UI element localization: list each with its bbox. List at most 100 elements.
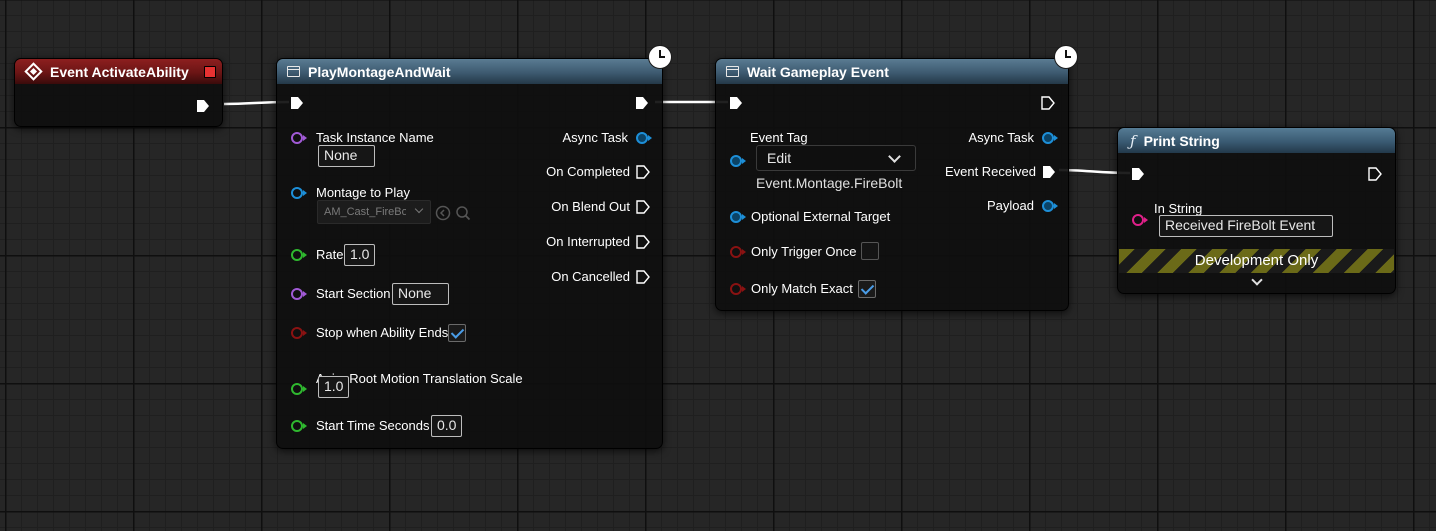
wait-gameplay-event-node[interactable]: Wait Gameplay Event Event Tag Edit Event… [715, 58, 1069, 311]
montage-asset-value: AM_Cast_FireBolt [324, 206, 406, 218]
start-section-field[interactable]: None [392, 283, 449, 305]
start-section-label: Start Section [316, 286, 391, 301]
expand-chevron-icon[interactable] [1251, 274, 1263, 286]
event-tag-pin[interactable] [730, 155, 746, 167]
task-instance-name-label: Task Instance Name [316, 130, 434, 145]
start-time-seconds-field[interactable]: 0.0 [431, 415, 462, 437]
event-tag-label: Event Tag [750, 130, 808, 145]
payload-pin[interactable] [1042, 199, 1058, 212]
wait-async-task-pin[interactable] [1042, 131, 1058, 144]
anim-root-motion-pin[interactable] [291, 383, 307, 395]
wait-async-task-label: Async Task [968, 130, 1034, 145]
event-tag-dropdown-label: Edit [767, 150, 792, 166]
only-trigger-once-checkbox[interactable] [861, 242, 879, 260]
stop-when-ability-ends-pin[interactable] [291, 326, 307, 339]
event-exec-out-pin[interactable] [196, 99, 210, 113]
rate-field[interactable]: 1.0 [344, 244, 375, 266]
browse-icon[interactable] [435, 205, 451, 221]
event-tag-label-row: Event Tag [750, 130, 808, 145]
on-completed-label: On Completed [546, 164, 630, 179]
on-interrupted-exec-pin[interactable] [636, 234, 650, 249]
only-trigger-once-pin[interactable] [730, 245, 746, 258]
checkmark-icon [860, 281, 875, 295]
rate-pin[interactable] [291, 248, 307, 261]
blueprint-graph-canvas[interactable]: Event ActivateAbility PlayMontageAndWait… [0, 0, 1436, 531]
on-cancelled-exec-pin[interactable] [636, 269, 650, 284]
start-section-pin[interactable] [291, 287, 307, 300]
print-node-title: Print String [1143, 132, 1220, 149]
montage-async-task-label: Async Task [562, 130, 628, 145]
wait-node-header[interactable]: Wait Gameplay Event [716, 59, 1068, 84]
montage-exec-out-pin[interactable] [635, 96, 649, 110]
only-trigger-once-label: Only Trigger Once [751, 244, 857, 259]
play-montage-and-wait-node[interactable]: PlayMontageAndWait Task Instance Name No… [276, 58, 663, 449]
print-node-header[interactable]: ƒ Print String [1118, 128, 1395, 153]
on-completed-row: On Completed [546, 164, 650, 179]
stop-when-ability-ends-checkbox[interactable] [448, 324, 466, 342]
event-received-exec-pin[interactable] [1042, 165, 1056, 179]
clock-icon [648, 45, 672, 69]
event-tag-value: Event.Montage.FireBolt [756, 175, 903, 191]
montage-async-task-row: Async Task [562, 130, 652, 145]
event-node-header[interactable]: Event ActivateAbility [15, 59, 222, 84]
start-time-seconds-label: Start Time Seconds [316, 418, 430, 433]
task-instance-name-pin[interactable] [291, 131, 307, 144]
in-string-row: In String [1154, 201, 1202, 216]
latent-node-icon [726, 66, 739, 77]
only-match-exact-checkbox[interactable] [858, 280, 876, 298]
on-interrupted-label: On Interrupted [546, 234, 630, 249]
print-string-node[interactable]: ƒ Print String In String Received FireBo… [1117, 127, 1396, 294]
wait-async-task-row: Async Task [968, 130, 1058, 145]
on-blend-out-label: On Blend Out [551, 199, 630, 214]
start-section-row: Start Section [291, 286, 390, 301]
in-string-pin[interactable] [1132, 214, 1148, 226]
event-node-title: Event ActivateAbility [50, 63, 189, 80]
stop-when-ability-ends-row: Stop when Ability Ends [291, 325, 448, 340]
montage-asset-picker[interactable]: AM_Cast_FireBolt [317, 200, 431, 224]
event-received-row: Event Received [945, 164, 1056, 179]
only-match-exact-pin[interactable] [730, 282, 746, 295]
latent-node-icon [287, 66, 300, 77]
print-exec-out-pin[interactable] [1368, 167, 1382, 181]
montage-to-play-pin[interactable] [291, 186, 307, 199]
event-received-label: Event Received [944, 164, 1036, 179]
on-completed-exec-pin[interactable] [636, 164, 650, 179]
on-blend-out-exec-pin[interactable] [636, 199, 650, 214]
event-diamond-icon [24, 62, 43, 81]
optional-external-target-label: Optional External Target [751, 209, 891, 224]
development-only-banner: Development Only [1119, 249, 1394, 273]
checkmark-icon [450, 325, 465, 339]
task-instance-name-field[interactable]: None [318, 145, 375, 167]
on-blend-out-row: On Blend Out [551, 199, 650, 214]
montage-exec-in-pin[interactable] [290, 96, 304, 110]
only-trigger-once-row: Only Trigger Once [730, 244, 857, 259]
montage-to-play-label: Montage to Play [316, 185, 410, 200]
montage-to-play-row: Montage to Play [291, 185, 410, 200]
on-interrupted-row: On Interrupted [546, 234, 650, 249]
in-string-label: In String [1154, 201, 1203, 216]
event-activate-ability-node[interactable]: Event ActivateAbility [14, 58, 223, 127]
event-tag-dropdown[interactable]: Edit [756, 145, 916, 171]
wait-exec-out-pin[interactable] [1041, 96, 1055, 110]
payload-row: Payload [987, 198, 1058, 213]
rate-row: Rate [291, 247, 343, 262]
clock-icon [1054, 45, 1078, 69]
payload-label: Payload [987, 198, 1034, 213]
optional-external-target-pin[interactable] [730, 210, 746, 223]
only-match-exact-label: Only Match Exact [751, 281, 853, 296]
wait-exec-in-pin[interactable] [729, 96, 743, 110]
print-exec-in-pin[interactable] [1131, 167, 1145, 181]
on-cancelled-label: On Cancelled [551, 269, 630, 284]
search-icon[interactable] [455, 205, 471, 221]
montage-node-header[interactable]: PlayMontageAndWait [277, 59, 662, 84]
in-string-field[interactable]: Received FireBolt Event [1159, 215, 1333, 237]
development-only-label: Development Only [1194, 252, 1319, 269]
start-time-seconds-pin[interactable] [291, 419, 307, 432]
task-instance-name-row: Task Instance Name [291, 130, 434, 145]
chevron-down-icon [414, 204, 424, 214]
on-cancelled-row: On Cancelled [551, 269, 650, 284]
montage-async-task-pin[interactable] [636, 131, 652, 144]
event-tag-value-row: Event.Montage.FireBolt [756, 175, 902, 191]
only-match-exact-row: Only Match Exact [730, 281, 853, 296]
anim-root-motion-field[interactable]: 1.0 [318, 376, 349, 398]
